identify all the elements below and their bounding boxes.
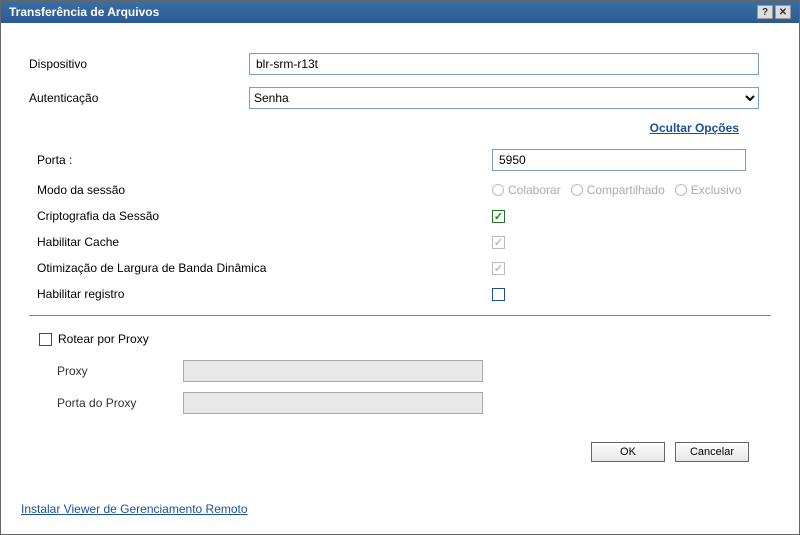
bandwidth-label: Otimização de Largura de Banda Dinâmica xyxy=(37,261,492,275)
enable-cache-checkbox: ✓ xyxy=(492,236,505,249)
radio-icon xyxy=(492,184,504,196)
proxy-block: Rotear por Proxy Proxy Porta do Proxy xyxy=(29,332,771,414)
session-mode-group: Colaborar Compartilhado Exclusivo xyxy=(492,183,741,197)
radio-icon xyxy=(675,184,687,196)
auth-label: Autenticação xyxy=(29,91,249,105)
proxy-row: Proxy xyxy=(57,360,771,382)
hide-options-row: Ocultar Opções xyxy=(29,121,771,135)
proxy-port-input xyxy=(183,392,483,414)
port-input[interactable] xyxy=(492,149,746,171)
radio-shared: Compartilhado xyxy=(571,183,665,197)
footer-link-wrap: Instalar Viewer de Gerenciamento Remoto xyxy=(21,502,248,516)
session-encryption-checkbox[interactable]: ✓ xyxy=(492,210,505,223)
button-row: OK Cancelar xyxy=(29,424,771,462)
help-button[interactable]: ? xyxy=(757,5,773,19)
proxy-input xyxy=(183,360,483,382)
close-button[interactable]: ✕ xyxy=(775,5,791,19)
radio-shared-label: Compartilhado xyxy=(587,183,665,197)
route-proxy-label: Rotear por Proxy xyxy=(58,332,149,346)
proxy-port-label: Porta do Proxy xyxy=(57,396,183,410)
route-proxy-row: Rotear por Proxy xyxy=(39,332,771,346)
dialog-window: Transferência de Arquivos ? ✕ Dispositiv… xyxy=(0,0,800,535)
divider xyxy=(29,315,771,316)
install-viewer-link[interactable]: Instalar Viewer de Gerenciamento Remoto xyxy=(21,502,248,516)
session-mode-row: Modo da sessão Colaborar Compartilhado E… xyxy=(37,183,771,197)
enable-cache-label: Habilitar Cache xyxy=(37,235,492,249)
port-label: Porta : xyxy=(37,153,492,167)
session-encryption-label: Criptografia da Sessão xyxy=(37,209,492,223)
session-encryption-row: Criptografia da Sessão ✓ xyxy=(37,209,771,223)
ok-button[interactable]: OK xyxy=(591,442,665,462)
bandwidth-checkbox: ✓ xyxy=(492,262,505,275)
device-field xyxy=(249,53,771,75)
radio-collaborate-label: Colaborar xyxy=(508,183,561,197)
port-ctrl xyxy=(492,149,746,171)
device-input[interactable] xyxy=(249,53,759,75)
radio-exclusive-label: Exclusivo xyxy=(691,183,742,197)
auth-field: Senha xyxy=(249,87,771,109)
proxy-sub: Proxy Porta do Proxy xyxy=(39,360,771,414)
auth-row: Autenticação Senha xyxy=(29,87,771,109)
route-proxy-checkbox[interactable] xyxy=(39,333,52,346)
titlebar: Transferência de Arquivos ? ✕ xyxy=(1,1,799,23)
session-encryption-ctrl: ✓ xyxy=(492,210,505,223)
device-row: Dispositivo xyxy=(29,53,771,75)
enable-cache-row: Habilitar Cache ✓ xyxy=(37,235,771,249)
enable-logging-label: Habilitar registro xyxy=(37,287,492,301)
enable-logging-ctrl xyxy=(492,288,505,301)
radio-exclusive: Exclusivo xyxy=(675,183,742,197)
window-title: Transferência de Arquivos xyxy=(9,5,755,19)
port-row: Porta : xyxy=(37,149,771,171)
proxy-label: Proxy xyxy=(57,364,183,378)
radio-collaborate: Colaborar xyxy=(492,183,561,197)
enable-logging-row: Habilitar registro xyxy=(37,287,771,301)
content-area: Dispositivo Autenticação Senha Ocultar O… xyxy=(1,23,799,470)
auth-select[interactable]: Senha xyxy=(249,87,759,109)
proxy-port-row: Porta do Proxy xyxy=(57,392,771,414)
session-mode-label: Modo da sessão xyxy=(37,183,492,197)
bandwidth-ctrl: ✓ xyxy=(492,262,505,275)
bandwidth-row: Otimização de Largura de Banda Dinâmica … xyxy=(37,261,771,275)
enable-logging-checkbox[interactable] xyxy=(492,288,505,301)
enable-cache-ctrl: ✓ xyxy=(492,236,505,249)
radio-icon xyxy=(571,184,583,196)
hide-options-link[interactable]: Ocultar Opções xyxy=(650,121,739,135)
device-label: Dispositivo xyxy=(29,57,249,71)
options-block: Porta : Modo da sessão Colaborar Compart… xyxy=(29,149,771,301)
cancel-button[interactable]: Cancelar xyxy=(675,442,749,462)
